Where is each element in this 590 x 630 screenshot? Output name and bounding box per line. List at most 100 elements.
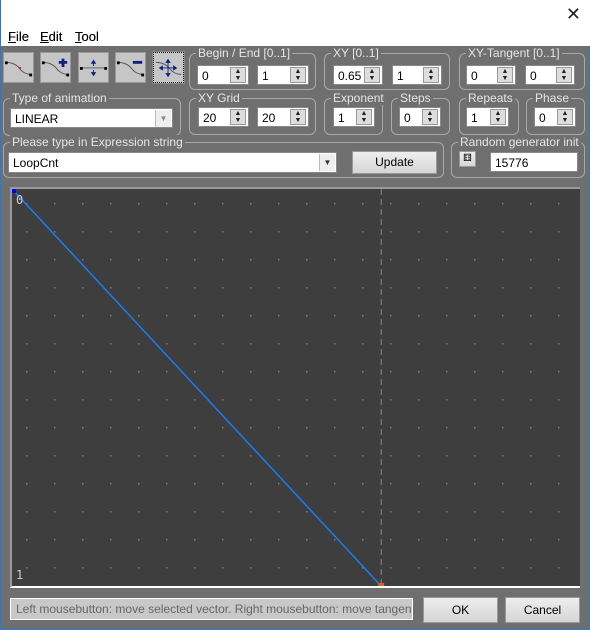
grid-dot — [530, 203, 532, 205]
grid-dot — [418, 315, 420, 317]
grid-dot — [502, 287, 504, 289]
grid-dot — [278, 315, 280, 317]
grid-dot — [26, 427, 28, 429]
grid-dot — [222, 483, 224, 485]
grid-dot — [194, 287, 196, 289]
grid-dot — [502, 371, 504, 373]
steps-label: Steps — [398, 91, 433, 105]
repeats-spinner[interactable]: 1 ▲ ▼ — [466, 107, 509, 127]
curve-select-tool[interactable] — [3, 52, 34, 83]
move-vertical-tool[interactable] — [78, 52, 109, 83]
grid-dot — [334, 483, 336, 485]
remove-point-tool[interactable] — [115, 52, 146, 83]
menu-file[interactable]: File File — [8, 29, 29, 44]
grid-dot — [166, 539, 168, 541]
grid-dot — [306, 343, 308, 345]
grid-dot — [418, 483, 420, 485]
grid-dot — [26, 371, 28, 373]
grid-dot — [166, 371, 168, 373]
chevron-down-icon[interactable]: ▼ — [319, 154, 335, 171]
grid-y-spinner[interactable]: 20 ▲ ▼ — [257, 107, 309, 127]
grid-dot — [194, 427, 196, 429]
grid-dot — [306, 511, 308, 513]
grid-dot — [306, 231, 308, 233]
grid-dot — [390, 287, 392, 289]
grid-dot — [166, 259, 168, 261]
add-point-tool[interactable] — [40, 52, 71, 83]
grid-dot — [502, 315, 504, 317]
grid-dot — [26, 483, 28, 485]
grid-dot — [362, 343, 364, 345]
grid-dot — [222, 511, 224, 513]
grid-dot — [222, 259, 224, 261]
begin-spinner[interactable]: 0 ▲ ▼ — [197, 65, 249, 85]
dice-icon[interactable]: ⚅ — [459, 151, 476, 167]
grid-dot — [334, 343, 336, 345]
grid-dot — [418, 567, 420, 569]
animation-select[interactable]: LINEAR ▼ — [10, 108, 173, 128]
grid-dot — [502, 511, 504, 513]
grid-dot — [390, 427, 392, 429]
grid-dot — [334, 539, 336, 541]
grid-dot — [250, 371, 252, 373]
grid-dot — [558, 399, 560, 401]
grid-dot — [334, 511, 336, 513]
menu-tool[interactable]: Tool Tool — [75, 29, 99, 44]
grid-dot — [222, 371, 224, 373]
phase-spinner[interactable]: 0 ▲ ▼ — [534, 107, 576, 127]
curve-graph[interactable] — [12, 189, 580, 586]
grid-dot — [82, 539, 84, 541]
grid-dot — [474, 259, 476, 261]
exponent-spinner[interactable]: 1 ▲ ▼ — [333, 107, 375, 127]
move-all-tool[interactable] — [152, 51, 185, 84]
expression-input[interactable]: LoopCnt ▼ — [8, 152, 337, 173]
grid-dot — [166, 343, 168, 345]
grid-dot — [418, 259, 420, 261]
steps-spinner[interactable]: 0 ▲ ▼ — [399, 107, 441, 127]
grid-dot — [138, 399, 140, 401]
y-spinner[interactable]: 1 ▲ ▼ — [392, 65, 442, 85]
x-spinner[interactable]: 0.65 ▲ ▼ — [333, 65, 383, 85]
close-icon[interactable]: ✕ — [566, 4, 581, 25]
grid-dot — [26, 259, 28, 261]
remove-point-icon — [116, 60, 145, 77]
xy-tangent-label: XY-Tangent [0..1] — [466, 46, 562, 60]
grid-dot — [558, 343, 560, 345]
grid-dot — [82, 315, 84, 317]
curve-editor-canvas[interactable]: 0 1 — [10, 187, 580, 588]
grid-dot — [222, 203, 224, 205]
grid-dot — [530, 343, 532, 345]
grid-dot — [558, 259, 560, 261]
random-seed-input[interactable]: 15776 — [490, 152, 578, 172]
grid-dot — [362, 455, 364, 457]
menu-edit[interactable]: Edit Edit — [40, 29, 62, 44]
add-point-icon — [41, 58, 70, 77]
update-button[interactable]: Update — [352, 151, 437, 174]
grid-dot — [222, 539, 224, 541]
menu-tool-mnemonic[interactable]: Tool — [75, 29, 99, 44]
menu-file-mnemonic[interactable]: File — [8, 29, 29, 44]
grid-dot — [558, 427, 560, 429]
menu-edit-mnemonic[interactable]: Edit — [40, 29, 62, 44]
grid-dot — [110, 259, 112, 261]
grid-dot — [222, 287, 224, 289]
ok-button[interactable]: OK — [423, 597, 498, 623]
grid-dot — [474, 399, 476, 401]
grid-dot — [110, 399, 112, 401]
grid-x-spinner[interactable]: 20 ▲ ▼ — [198, 107, 249, 127]
grid-dot — [306, 203, 308, 205]
grid-dot — [530, 511, 532, 513]
grid-dot — [194, 539, 196, 541]
tangent-y-spinner[interactable]: 0 ▲ ▼ — [525, 65, 575, 85]
random-label: Random generator init — [458, 135, 581, 149]
grid-dot — [250, 483, 252, 485]
grid-dot — [138, 427, 140, 429]
grid-dot — [334, 567, 336, 569]
end-spinner[interactable]: 1 ▲ ▼ — [257, 65, 309, 85]
grid-dot — [502, 567, 504, 569]
grid-dot — [362, 371, 364, 373]
cancel-button[interactable]: Cancel — [505, 597, 580, 623]
exponent-label: Exponent — [331, 91, 386, 105]
tangent-x-spinner[interactable]: 0 ▲ ▼ — [466, 65, 516, 85]
grid-dot — [82, 455, 84, 457]
